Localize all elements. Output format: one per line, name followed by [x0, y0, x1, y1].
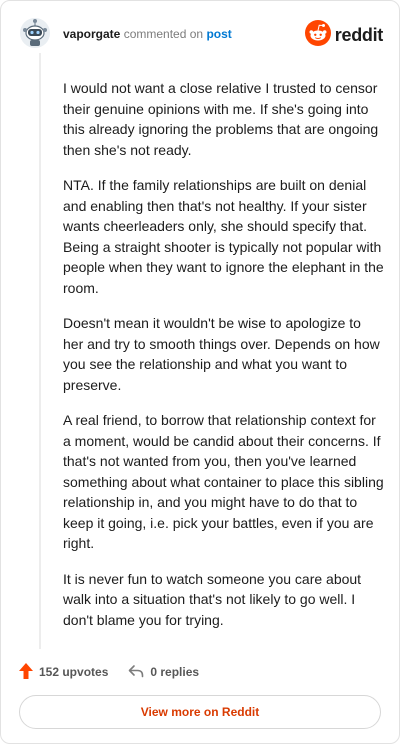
reply-count: 0 replies	[150, 665, 200, 679]
reddit-logo-icon	[304, 19, 331, 51]
comment-paragraph: NTA. If the family relationships are bui…	[63, 177, 384, 296]
comment-paragraph: Doesn't mean it wouldn't be wise to apol…	[63, 315, 380, 393]
upvote-count: 152 upvotes	[39, 665, 109, 679]
upvote-arrow-icon	[19, 662, 33, 682]
comment-paragraph: It is never fun to watch someone you car…	[63, 570, 362, 628]
author-username[interactable]: vaporgate	[63, 27, 120, 41]
comment-paragraph: I would not want a close relative I trus…	[63, 80, 379, 158]
reply-button[interactable]: 0 replies	[128, 664, 199, 681]
reddit-brand[interactable]: reddit	[304, 19, 384, 51]
comment-text: I would not want a close relative I trus…	[63, 78, 385, 645]
upvote-button[interactable]: 152 upvotes	[19, 662, 109, 682]
comment-meta: vaporgate commented on post	[63, 27, 232, 41]
snoo-avatar-icon[interactable]	[19, 17, 51, 49]
comment-actions: 152 upvotes 0 replies	[19, 661, 199, 683]
comment-paragraph: A real friend, to borrow that relationsh…	[63, 412, 384, 551]
action-text: commented on	[123, 27, 204, 41]
view-more-button[interactable]: View more on Reddit	[19, 695, 381, 729]
reply-arrow-icon	[128, 664, 144, 681]
comment-body: I would not want a close relative I trus…	[39, 53, 399, 649]
post-link[interactable]: post	[206, 27, 231, 41]
reddit-wordmark: reddit	[334, 24, 384, 45]
embedded-comment-card: vaporgate commented on post reddit I wou…	[0, 0, 400, 744]
comment-header: vaporgate commented on post reddit	[19, 17, 383, 53]
